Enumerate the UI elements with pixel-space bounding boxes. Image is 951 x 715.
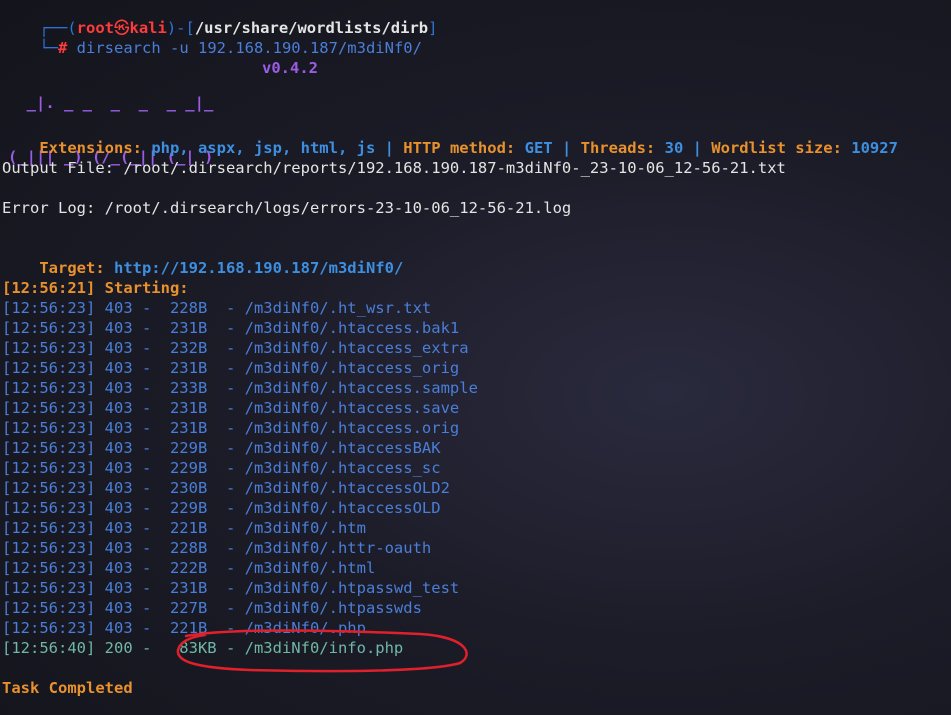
command-line: └─# dirsearch -u 192.168.190.187/m3diNf0…	[2, 18, 422, 57]
extensions-value: php, aspx, jsp, html, js	[151, 139, 376, 157]
result-row: [12:56:23] 403 - 231B - /m3diNf0/.htacce…	[2, 319, 460, 337]
version-label: v0.4.2	[262, 59, 318, 77]
result-row: [12:56:40] 200 - 83KB - /m3diNf0/info.ph…	[2, 639, 404, 657]
result-row: [12:56:23] 403 - 229B - /m3diNf0/.htacce…	[2, 459, 441, 477]
threads-label: Threads:	[580, 139, 665, 157]
result-row: [12:56:23] 403 - 229B - /m3diNf0/.htacce…	[2, 499, 441, 517]
wordlist-size-value: 10927	[851, 139, 898, 157]
result-row: [12:56:23] 403 - 231B - /m3diNf0/.htacce…	[2, 399, 460, 417]
starting-line: [12:56:21] Starting:	[2, 279, 189, 297]
result-row: [12:56:23] 403 - 229B - /m3diNf0/.htacce…	[2, 439, 441, 457]
target-line: Target: http://192.168.190.187/m3diNf0/	[2, 238, 403, 277]
result-row: [12:56:23] 403 - 233B - /m3diNf0/.htacce…	[2, 379, 478, 397]
result-row: [12:56:23] 403 - 228B - /m3diNf0/.ht_wsr…	[2, 299, 432, 317]
command-text[interactable]: dirsearch -u 192.168.190.187/m3diNf0/	[67, 39, 422, 57]
task-completed-line: Task Completed	[2, 679, 133, 697]
prompt-line: ┌──(root㉿kali)-[/usr/share/wordlists/dir…	[2, 0, 437, 37]
http-method-value: GET	[524, 139, 553, 157]
result-row: [12:56:23] 403 - 228B - /m3diNf0/.httr-o…	[2, 539, 432, 557]
prompt-frame-bottom: └─	[39, 39, 58, 57]
result-row: [12:56:23] 403 - 232B - /m3diNf0/.htacce…	[2, 339, 469, 357]
extensions-label: Extensions:	[39, 139, 152, 157]
error-log-line: Error Log: /root/.dirsearch/logs/errors-…	[2, 199, 572, 217]
result-row: [12:56:23] 403 - 231B - /m3diNf0/.htacce…	[2, 359, 460, 377]
terminal-window[interactable]: ┌──(root㉿kali)-[/usr/share/wordlists/dir…	[0, 0, 951, 715]
separator: |	[375, 139, 404, 157]
wordlist-size-label: Wordlist size:	[711, 139, 852, 157]
prompt-frame-close: ]	[428, 19, 438, 37]
threads-value: 30	[664, 139, 684, 157]
http-method-label: HTTP method:	[403, 139, 525, 157]
result-row: [12:56:23] 403 - 221B - /m3diNf0/.php	[2, 619, 366, 637]
separator: |	[683, 139, 712, 157]
result-row: [12:56:23] 403 - 222B - /m3diNf0/.html	[2, 559, 376, 577]
result-row: [12:56:23] 403 - 221B - /m3diNf0/.htm	[2, 519, 366, 537]
prompt-hash: #	[58, 39, 68, 57]
result-row: [12:56:23] 403 - 227B - /m3diNf0/.htpass…	[2, 599, 422, 617]
separator: |	[552, 139, 581, 157]
output-file-line: Output File: /root/.dirsearch/reports/19…	[2, 159, 786, 177]
logo-line-1: _|. _ _ _ _ _ _|_	[8, 94, 214, 112]
result-row: [12:56:23] 403 - 230B - /m3diNf0/.htacce…	[2, 479, 450, 497]
target-url[interactable]: http://192.168.190.187/m3diNf0/	[114, 259, 403, 277]
result-row: [12:56:23] 403 - 231B - /m3diNf0/.htacce…	[2, 419, 460, 437]
target-label: Target:	[39, 259, 114, 277]
config-line: Extensions: php, aspx, jsp, html, js | H…	[2, 118, 898, 157]
result-row: [12:56:23] 403 - 231B - /m3diNf0/.htpass…	[2, 579, 460, 597]
